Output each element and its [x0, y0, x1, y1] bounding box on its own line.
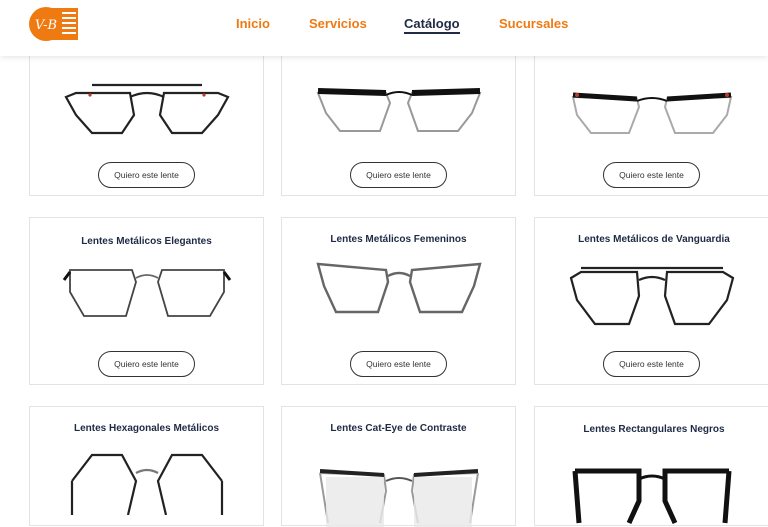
product-title: Lentes Metálicos Elegantes: [81, 236, 212, 247]
glasses-image: [569, 266, 735, 326]
cta-button[interactable]: Quiero este lente: [98, 162, 195, 188]
product-card: Lentes Hexagonales Metálicos: [29, 406, 264, 526]
product-title: Lentes Cat-Eye de Contraste: [330, 423, 467, 434]
product-card: Lentes Metálicos Elegantes Quiero este l…: [29, 217, 264, 385]
product-card: Lentes Metálicos de Vanguardia Quiero es…: [534, 217, 768, 385]
product-card: Lentes Cat-Eye de Contraste: [281, 406, 516, 527]
product-card: Quiero este lente: [534, 40, 768, 196]
product-card: Quiero este lente: [281, 40, 516, 196]
product-title: Lentes Hexagonales Metálicos: [73, 423, 220, 434]
glasses-image: [572, 468, 732, 525]
nav-servicios[interactable]: Servicios: [309, 16, 367, 31]
glasses-image: [319, 469, 479, 527]
product-card: Lentes Rectangulares Negros: [534, 406, 768, 526]
glasses-image: [316, 88, 482, 132]
cta-button[interactable]: Quiero este lente: [350, 351, 447, 377]
cta-button[interactable]: Quiero este lente: [603, 351, 700, 377]
glasses-image: [571, 92, 733, 134]
glasses-image: [62, 269, 232, 317]
nav-catalogo[interactable]: Catálogo: [404, 16, 460, 34]
nav-sucursales[interactable]: Sucursales: [499, 16, 568, 31]
product-title: Lentes Metálicos Femeninos: [330, 234, 467, 245]
glasses-image: [70, 453, 224, 515]
product-title: Lentes Rectangulares Negros: [583, 424, 725, 435]
product-card: Lentes Metálicos Femeninos Quiero este l…: [281, 217, 516, 385]
site-header: V-B Inicio Servicios Catálogo Sucursales: [0, 0, 768, 56]
main-nav: Inicio Servicios Catálogo Sucursales: [0, 16, 768, 36]
product-card: Quiero este lente: [29, 40, 264, 196]
glasses-image: [316, 262, 482, 314]
product-title: Lentes Metálicos de Vanguardia: [578, 234, 730, 245]
cta-button[interactable]: Quiero este lente: [603, 162, 700, 188]
cta-button[interactable]: Quiero este lente: [350, 162, 447, 188]
nav-inicio[interactable]: Inicio: [236, 16, 270, 31]
cta-button[interactable]: Quiero este lente: [98, 351, 195, 377]
glasses-image: [64, 83, 230, 135]
